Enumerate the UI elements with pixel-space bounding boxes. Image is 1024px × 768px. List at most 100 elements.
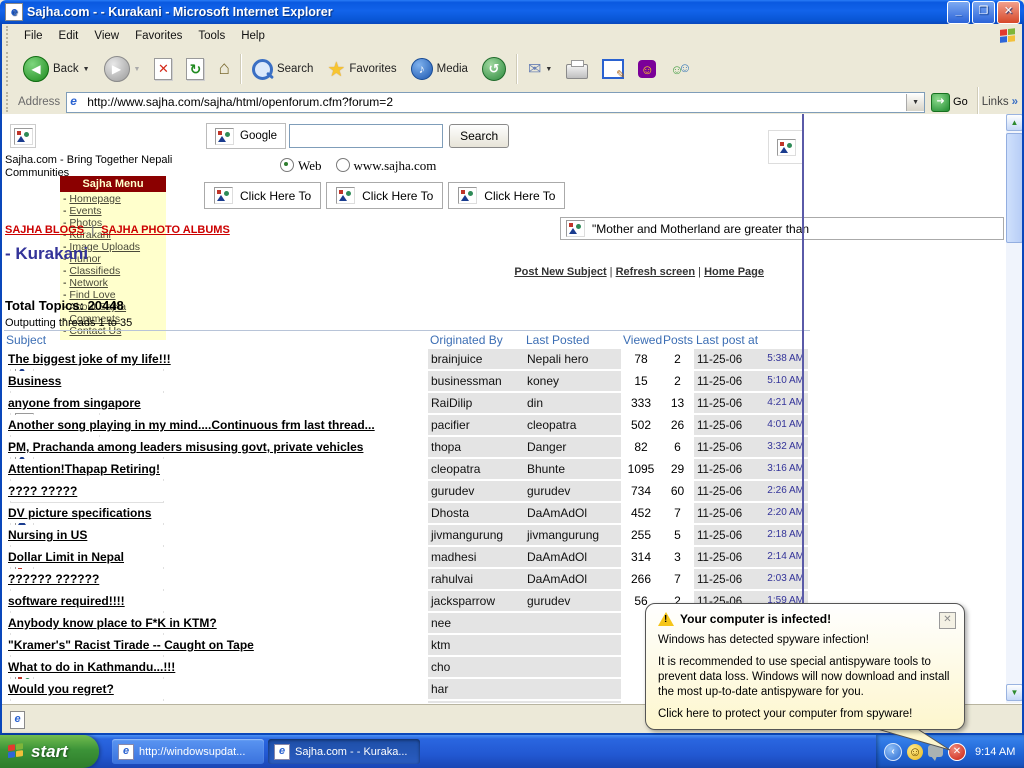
topic-link[interactable]: Nursing in US <box>8 528 87 542</box>
scrollbar-thumb[interactable] <box>1006 133 1023 243</box>
balloon-close-icon[interactable]: ✕ <box>939 612 956 629</box>
go-button[interactable]: ➜ Go <box>931 93 968 112</box>
viewed-cell: 734 <box>621 481 661 501</box>
back-button[interactable]: ◀ Back ▼ <box>16 51 97 87</box>
radio-site[interactable]: www.sajha.com <box>336 158 437 174</box>
topic-link[interactable]: "Kramer's" Racist Tirade -- Caught on Ta… <box>8 638 254 652</box>
sajha-photo-albums-link[interactable]: SAJHA PHOTO ALBUMS <box>101 224 230 236</box>
back-dropdown-icon[interactable]: ▼ <box>83 66 90 73</box>
edit-button[interactable] <box>595 51 631 87</box>
vertical-scrollbar[interactable]: ▲ ▼ <box>1006 114 1023 703</box>
yahoo-messenger-button[interactable]: ☺ <box>631 51 663 87</box>
topic-link[interactable]: The biggest joke of my life!!! <box>8 352 171 366</box>
refresh-screen-link[interactable]: Refresh screen <box>616 266 696 278</box>
home-button[interactable]: ⌂ <box>211 51 236 87</box>
topic-link[interactable]: Would you regret? <box>8 682 114 696</box>
menu-tools[interactable]: Tools <box>190 26 233 46</box>
media-button[interactable]: ♪ Media <box>404 51 475 87</box>
address-dropdown-icon[interactable]: ▼ <box>906 94 924 111</box>
table-row: Another song playing in my mind....Conti… <box>4 415 810 435</box>
address-input[interactable]: e http://www.sajha.com/sajha/html/openfo… <box>66 92 925 113</box>
last-post-at-cell: 11-25-062:26 AM <box>694 481 808 501</box>
mail-button[interactable]: ✉ ▼ <box>521 51 559 87</box>
history-icon: ↺ <box>482 57 506 81</box>
mail-icon: ✉ <box>528 59 541 79</box>
post-new-subject-link[interactable]: Post New Subject <box>514 266 606 278</box>
table-row: ?????? ?????? rahulvai DaAmAdOl 266 7 11… <box>4 569 810 589</box>
click-here-banner[interactable]: Click Here To <box>448 182 565 209</box>
go-icon: ➜ <box>931 93 950 112</box>
radio-web[interactable]: Web <box>280 158 322 174</box>
viewed-cell: 314 <box>621 547 661 567</box>
originated-by-cell: jacksparrow <box>428 591 524 611</box>
links-bar[interactable]: Links » <box>982 96 1018 108</box>
viewed-cell: 502 <box>621 415 661 435</box>
taskbar-task-1[interactable]: e http://windowsupdat... <box>112 739 264 764</box>
msn-messenger-button[interactable] <box>663 51 697 87</box>
topic-link[interactable]: PM, Prachanda among leaders misusing gov… <box>8 440 363 454</box>
menu-favorites[interactable]: Favorites <box>127 26 190 46</box>
menu-view[interactable]: View <box>86 26 127 46</box>
table-row: Business businessman koney 15 2 11-25-06… <box>4 371 810 391</box>
stop-button[interactable]: ✕ <box>147 51 179 87</box>
sidebar-menu-item: - Homepage <box>63 193 166 205</box>
topic-link[interactable]: Attention!Thapap Retiring! <box>8 462 160 476</box>
balloon-title: Your computer is infected! <box>680 612 831 626</box>
maximize-button[interactable]: ❐ <box>972 1 995 24</box>
sidebar-menu-link[interactable]: Classifieds <box>69 265 120 277</box>
menu-edit[interactable]: Edit <box>51 26 87 46</box>
col-last-posted: Last Posted <box>524 331 621 349</box>
broken-image-icon <box>215 128 234 145</box>
topic-link[interactable]: Another song playing in my mind....Conti… <box>8 418 375 432</box>
search-input[interactable] <box>289 124 443 148</box>
topic-link[interactable]: software required!!!! <box>8 594 125 608</box>
sidebar-menu-link[interactable]: Network <box>69 277 108 289</box>
toolbar-grip <box>6 92 12 111</box>
posts-cell: 7 <box>661 569 694 589</box>
posts-cell: 60 <box>661 481 694 501</box>
search-button[interactable]: Search <box>245 51 320 87</box>
topic-link[interactable]: What to do in Kathmandu...!!! <box>8 660 175 674</box>
originated-by-cell: madhesi <box>428 547 524 567</box>
history-button[interactable]: ↺ <box>475 51 513 87</box>
topic-link[interactable]: Anybody know place to F*K in KTM? <box>8 616 217 630</box>
home-page-link[interactable]: Home Page <box>704 266 764 278</box>
scroll-down-button[interactable]: ▼ <box>1006 684 1023 701</box>
mail-dropdown-icon[interactable]: ▼ <box>545 66 552 73</box>
topic-link[interactable]: anyone from singapore <box>8 396 141 410</box>
forward-button[interactable]: ▶ ▼ <box>97 51 148 87</box>
posts-cell: 13 <box>661 393 694 413</box>
scroll-up-button[interactable]: ▲ <box>1006 114 1023 131</box>
close-button[interactable]: ✕ <box>997 1 1020 24</box>
print-button[interactable] <box>559 51 595 87</box>
originated-by-cell: gurudev <box>428 481 524 501</box>
total-topics: Total Topics: 20448 <box>5 298 124 313</box>
menu-help[interactable]: Help <box>233 26 273 46</box>
topic-link[interactable]: DV picture specifications <box>8 506 151 520</box>
spyware-warning-balloon[interactable]: Your computer is infected! ✕ Windows has… <box>645 603 965 730</box>
last-posted-cell <box>524 635 621 655</box>
topic-link[interactable]: ?????? ?????? <box>8 572 99 586</box>
google-label: Google <box>240 130 277 142</box>
forward-dropdown-icon[interactable]: ▼ <box>134 66 141 73</box>
click-here-banner[interactable]: Click Here To <box>204 182 321 209</box>
menu-file[interactable]: File <box>16 26 51 46</box>
sidebar-menu-link[interactable]: Homepage <box>69 193 120 205</box>
topic-link[interactable]: Business <box>8 374 61 388</box>
favorites-button[interactable]: ★ Favorites <box>320 51 403 87</box>
minimize-button[interactable]: _ <box>947 1 970 24</box>
search-submit-button[interactable]: Search <box>449 124 509 148</box>
balloon-line3[interactable]: Click here to protect your computer from… <box>658 707 952 722</box>
sidebar-menu-item: - Classifieds <box>63 265 166 277</box>
topic-link[interactable]: Dollar Limit in Nepal <box>8 550 124 564</box>
originated-by-cell: cho <box>428 657 524 677</box>
refresh-button[interactable]: ↻ <box>179 51 211 87</box>
last-post-at-cell: 11-25-062:03 AM <box>694 569 808 589</box>
sajha-blogs-link[interactable]: SAJHA BLOGS <box>5 224 84 236</box>
click-here-banner[interactable]: Click Here To <box>326 182 443 209</box>
posts-cell: 7 <box>661 503 694 523</box>
topic-link[interactable]: ???? ????? <box>8 484 77 498</box>
taskbar-task-2[interactable]: e Sajha.com - - Kuraka... <box>268 739 420 764</box>
sidebar-menu-link[interactable]: Events <box>69 205 101 217</box>
start-button[interactable]: start <box>0 735 99 768</box>
